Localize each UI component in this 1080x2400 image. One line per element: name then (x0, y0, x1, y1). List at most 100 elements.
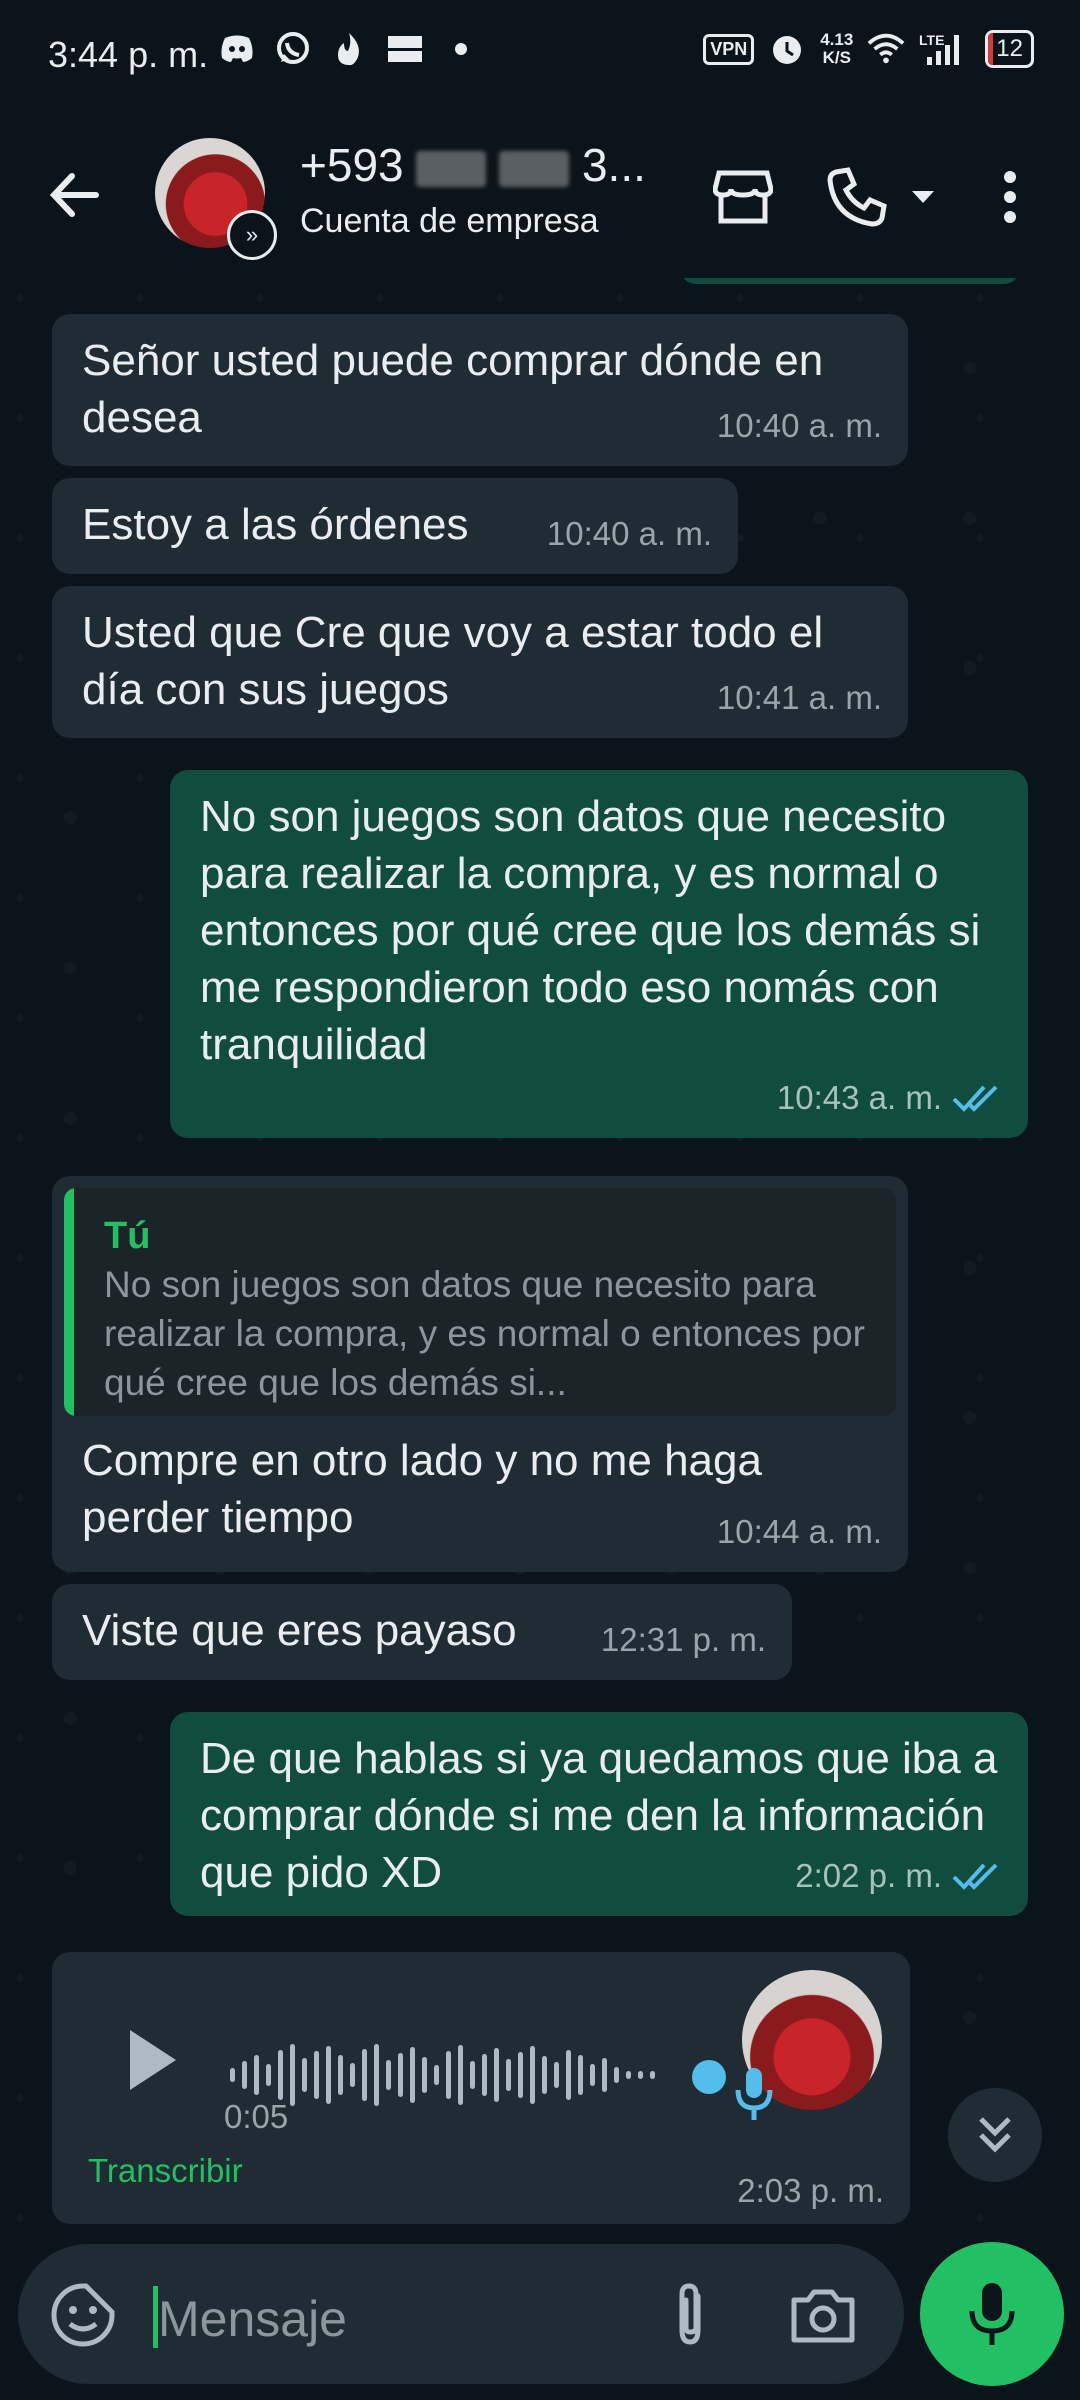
svg-text:LTE: LTE (919, 32, 944, 48)
contact-name-prefix: +593 (300, 139, 404, 191)
chat-area[interactable]: Señor usted puede comprar dónde en desea… (0, 278, 1080, 2240)
waveform-bar (278, 2050, 283, 2100)
more-notifications-dot (442, 30, 480, 68)
paperclip-icon (679, 2283, 701, 2345)
message-time: 12:31 p. m. (600, 1621, 766, 1658)
quote-author: Tú (104, 1215, 151, 1257)
transcribe-button[interactable]: Transcribir (88, 2152, 243, 2190)
message-incoming[interactable]: Estoy a las órdenes 10:40 a. m. (52, 478, 738, 574)
waveform-bar (518, 2052, 523, 2098)
waveform-bar (242, 2061, 247, 2089)
waveform-bar (638, 2071, 643, 2079)
message-time: 2:02 p. m. (795, 1857, 942, 1894)
camera-icon (791, 2289, 855, 2343)
play-icon (130, 2030, 176, 2090)
menu-button[interactable] (980, 162, 1040, 232)
wifi-icon (867, 30, 905, 68)
store-icon (713, 170, 773, 224)
waveform-bar (458, 2045, 463, 2105)
redacted-digits (499, 150, 570, 187)
redacted-digits (416, 150, 487, 187)
flame-icon (330, 30, 368, 68)
waveform-bar (386, 2060, 391, 2090)
waveform-bar (434, 2065, 439, 2085)
audio-progress-handle[interactable] (692, 2060, 726, 2094)
message-time: 10:40 a. m. (716, 407, 882, 444)
camera-button[interactable] (788, 2280, 858, 2350)
phone-icon (827, 167, 887, 227)
message-composer[interactable]: Mensaje (18, 2244, 904, 2384)
back-button[interactable] (40, 160, 110, 230)
waveform-bar (338, 2055, 343, 2095)
contact-name-suffix: 3... (581, 139, 646, 191)
double-check-icon (952, 1863, 998, 1890)
vpn-icon: VPN (703, 33, 755, 65)
mic-icon (969, 2283, 1015, 2345)
waveform-bar (626, 2071, 631, 2079)
waveform-bar (410, 2047, 415, 2103)
sticker-emoji-button[interactable] (50, 2282, 116, 2348)
whatsapp-icon (274, 30, 312, 68)
waveform-bar (554, 2062, 559, 2088)
more-vert-icon (1004, 171, 1016, 223)
waveform-bar (302, 2058, 307, 2092)
notification-icons (218, 30, 480, 68)
quoted-message[interactable]: Tú No son juegos son datos que necesito … (64, 1188, 896, 1416)
voice-message[interactable]: 0:05 Transcribir 2:03 p. m. (52, 1952, 910, 2224)
waveform-bar (422, 2057, 427, 2093)
sticker-icon (51, 2283, 115, 2347)
waveform-bar (542, 2056, 547, 2094)
message-time: 10:41 a. m. (716, 679, 882, 716)
record-voice-button[interactable] (920, 2242, 1064, 2386)
contact-avatar[interactable]: » (155, 138, 277, 260)
message-outgoing[interactable]: No son juegos son datos que necesito par… (170, 770, 1028, 1138)
catalog-store-button[interactable] (708, 162, 778, 232)
message-time: 2:03 p. m. (737, 2172, 884, 2209)
message-incoming[interactable]: Señor usted puede comprar dónde en desea… (52, 314, 908, 466)
waveform-bar (254, 2055, 259, 2095)
message-meta: 2:02 p. m. (795, 1847, 1002, 1904)
waveform-bar (614, 2067, 619, 2083)
waveform-bar (350, 2063, 355, 2087)
signal-icon: LTE (919, 30, 971, 68)
waveform-bar (650, 2071, 655, 2079)
waveform-bar (398, 2053, 403, 2097)
waveform-bar (326, 2046, 331, 2104)
double-check-icon (952, 1085, 998, 1112)
message-incoming[interactable]: Viste que eres payaso 12:31 p. m. (52, 1584, 792, 1680)
message-outgoing[interactable]: De que hablas si ya quedamos que iba a c… (170, 1712, 1028, 1916)
audio-waveform[interactable] (230, 2040, 655, 2110)
business-badge-icon: » (227, 210, 277, 260)
chat-header: » +593 3... Cuenta de empresa (0, 110, 1080, 278)
call-button[interactable] (822, 162, 892, 232)
battery-level: 12 (996, 35, 1023, 62)
contact-name[interactable]: +593 3... (300, 138, 646, 192)
message-time: 10:44 a. m. (716, 1513, 882, 1550)
waveform-bar (578, 2055, 583, 2095)
quote-text: No son juegos son datos que necesito par… (104, 1264, 865, 1403)
message-incoming-reply[interactable]: Tú No son juegos son datos que necesito … (52, 1176, 908, 1572)
waveform-bar (230, 2068, 235, 2082)
attach-button[interactable] (658, 2280, 724, 2350)
waveform-bar (266, 2064, 271, 2086)
message-incoming[interactable]: Usted que Cre que voy a estar todo el dí… (52, 586, 908, 738)
chevron-down-icon (912, 191, 934, 203)
status-bar: 3:44 p. m. VPN 4.13 K/S LTE 12 (0, 0, 1080, 110)
waveform-bar (590, 2064, 595, 2086)
play-button[interactable] (110, 2020, 190, 2100)
message-time: 10:43 a. m. (776, 1079, 942, 1116)
scroll-to-bottom-button[interactable] (948, 2088, 1042, 2182)
waveform-bar (314, 2051, 319, 2099)
discord-icon (218, 30, 256, 68)
speed-value: 4.13 (820, 30, 854, 49)
call-options-dropdown[interactable] (898, 162, 948, 232)
status-time: 3:44 p. m. (48, 34, 209, 75)
waveform-bar (530, 2046, 535, 2104)
waveform-bar (566, 2050, 571, 2100)
network-speed: 4.13 K/S (820, 31, 853, 67)
message-time: 10:40 a. m. (546, 515, 712, 552)
message-input[interactable]: Mensaje (158, 2290, 347, 2348)
previous-message-edge (680, 278, 1020, 284)
message-meta: 10:43 a. m. (777, 1069, 1002, 1126)
contact-subtitle: Cuenta de empresa (300, 202, 599, 240)
